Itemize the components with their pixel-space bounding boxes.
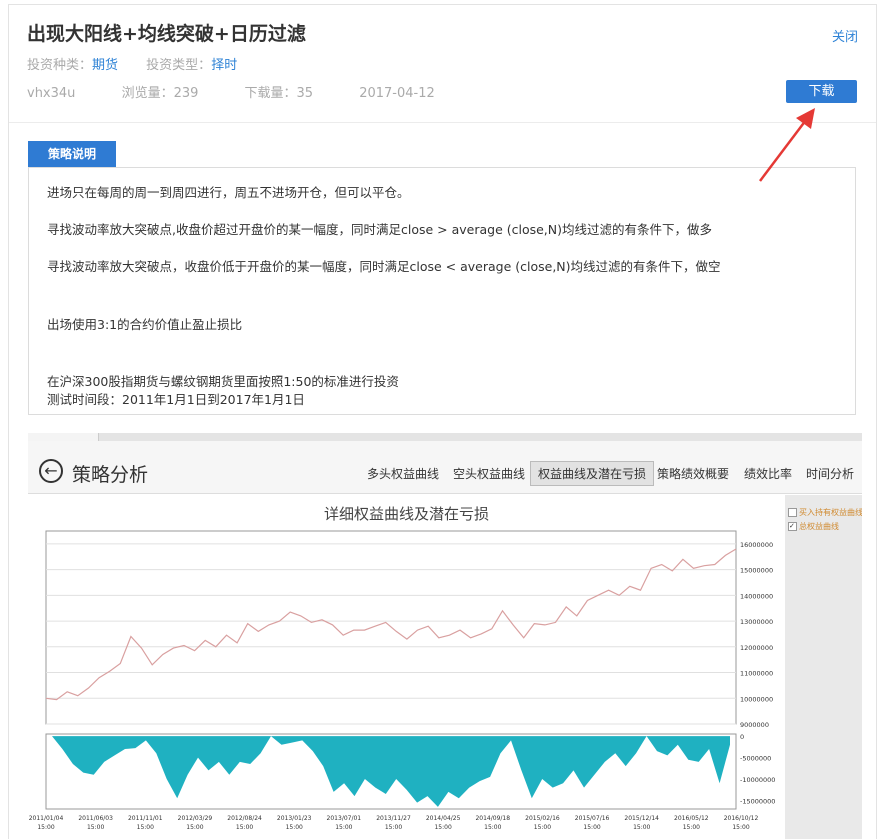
x-tick-label: 2011/01/04 xyxy=(29,815,64,822)
publish-date: 2017-04-12 xyxy=(359,86,435,101)
x-tick-label: 2016/10/12 xyxy=(724,815,759,822)
x-tick-label: 15:00 xyxy=(385,824,402,831)
x-tick-label: 2011/06/03 xyxy=(78,815,113,822)
y-tick-label: 12000000 xyxy=(740,644,773,652)
x-tick-label: 15:00 xyxy=(732,824,749,831)
desc-line: 在沪深300股指期货与螺纹钢期货里面按照1:50的标准进行投资 xyxy=(47,374,399,389)
y-tick-label: -15000000 xyxy=(740,797,775,805)
download-count: 下载量：35 xyxy=(244,86,314,101)
x-tick-label: 2016/05/12 xyxy=(674,815,709,822)
divider xyxy=(9,122,876,123)
close-link[interactable]: 关闭 xyxy=(832,26,858,45)
y-tick-label: 13000000 xyxy=(740,618,773,626)
stats-row: vhx34u 浏览量：239 下载量：35 2017-04-12 xyxy=(27,82,477,101)
x-tick-label: 2012/08/24 xyxy=(227,815,262,822)
desc-line: 寻找波动率放大突破点,收盘价超过开盘价的某一幅度，同时满足close > ave… xyxy=(47,222,713,237)
x-tick-label: 2011/11/01 xyxy=(128,815,163,822)
x-tick-label: 15:00 xyxy=(583,824,600,831)
tab-strategy-description[interactable]: 策略说明 xyxy=(28,141,116,167)
x-tick-label: 15:00 xyxy=(236,824,253,831)
x-tick-label: 2012/03/29 xyxy=(178,815,213,822)
download-button[interactable]: 下载 xyxy=(786,80,857,103)
x-tick-label: 15:00 xyxy=(683,824,700,831)
x-tick-label: 15:00 xyxy=(137,824,154,831)
x-tick-label: 2013/01/23 xyxy=(277,815,312,822)
desc-line: 出场使用3:1的合约价值止盈止损比 xyxy=(47,317,243,332)
strategy-description-box: 进场只在每周的周一到周四进行，周五不进场开仓，但可以平仓。 寻找波动率放大突破点… xyxy=(28,167,856,415)
x-tick-label: 15:00 xyxy=(286,824,303,831)
x-tick-label: 2013/11/27 xyxy=(376,815,411,822)
invest-type-value[interactable]: 择时 xyxy=(211,58,237,73)
x-tick-label: 2013/07/01 xyxy=(327,815,362,822)
legend-item-total-equity[interactable]: ✓ 总权益曲线 xyxy=(788,521,839,532)
y-tick-label: 11000000 xyxy=(740,670,773,678)
x-tick-label: 2015/12/14 xyxy=(624,815,659,822)
x-tick-label: 2015/07/16 xyxy=(575,815,610,822)
invest-type-label: 投资类型： xyxy=(146,58,212,73)
x-tick-label: 15:00 xyxy=(87,824,104,831)
x-tick-label: 15:00 xyxy=(335,824,352,831)
y-tick-label: -10000000 xyxy=(740,776,775,784)
y-tick-label: 10000000 xyxy=(740,695,773,703)
y-tick-label: 9000000 xyxy=(740,721,769,729)
view-count: 浏览量：239 xyxy=(121,86,199,101)
desc-line: 寻找波动率放大突破点，收盘价低于开盘价的某一幅度，同时满足close < ave… xyxy=(47,259,721,274)
tab-time-analysis[interactable]: 时间分析 xyxy=(806,465,854,482)
invest-kind-value[interactable]: 期货 xyxy=(92,58,118,73)
y-tick-label: 15000000 xyxy=(740,567,773,575)
y-tick-label: 0 xyxy=(740,733,744,741)
y-tick-label: 14000000 xyxy=(740,592,773,600)
x-tick-label: 15:00 xyxy=(37,824,54,831)
x-tick-label: 2014/09/18 xyxy=(475,815,510,822)
invest-kind-label: 投资种类： xyxy=(27,58,93,73)
author-name: vhx34u xyxy=(27,86,76,101)
analysis-screenshot: ← 策略分析 多头权益曲线 空头权益曲线 权益曲线及潜在亏损 策略绩效概要 绩效… xyxy=(28,433,862,839)
x-tick-label: 15:00 xyxy=(186,824,203,831)
desc-line: 测试时间段：2011年1月1日到2017年1月1日 xyxy=(47,392,305,407)
y-tick-label: 16000000 xyxy=(740,541,773,549)
x-tick-label: 2014/04/25 xyxy=(426,815,461,822)
page-title: 出现大阳线+均线突破+日历过滤 xyxy=(27,23,306,45)
strategy-card: 出现大阳线+均线突破+日历过滤 关闭 投资种类：期货 投资类型：择时 vhx34… xyxy=(8,4,877,839)
y-tick-label: -5000000 xyxy=(740,755,771,763)
checkbox-icon[interactable] xyxy=(788,508,797,517)
x-tick-label: 15:00 xyxy=(633,824,650,831)
legend-panel: 买入持有权益曲线 ✓ 总权益曲线 xyxy=(785,495,862,839)
desc-line: 进场只在每周的周一到周四进行，周五不进场开仓，但可以平仓。 xyxy=(47,185,410,200)
x-tick-label: 15:00 xyxy=(434,824,451,831)
meta-row: 投资种类：期货 投资类型：择时 xyxy=(27,54,261,73)
x-tick-label: 15:00 xyxy=(484,824,501,831)
legend-item-buy-hold[interactable]: 买入持有权益曲线 xyxy=(788,507,862,518)
equity-chart: 16000000 15000000 14000000 13000000 12000000… xyxy=(29,530,775,831)
x-tick-label: 15:00 xyxy=(534,824,551,831)
checkbox-checked-icon[interactable]: ✓ xyxy=(788,522,797,531)
x-tick-label: 2015/02/16 xyxy=(525,815,560,822)
